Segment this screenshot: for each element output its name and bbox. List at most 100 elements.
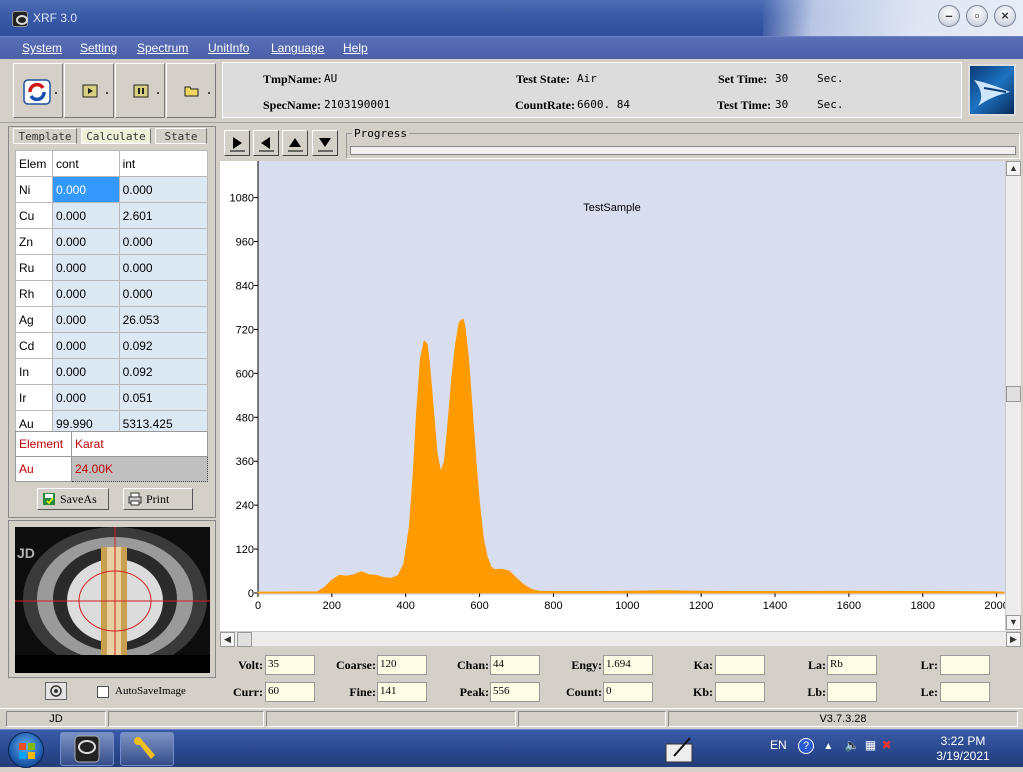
- cell-cont[interactable]: 0.000: [52, 306, 120, 333]
- close-button[interactable]: ×: [994, 5, 1016, 27]
- karat-header-karat: Karat: [71, 431, 208, 457]
- cell-elem: Rh: [15, 280, 53, 307]
- table-row[interactable]: Ni 0.000 0.000: [15, 176, 209, 203]
- refresh-button[interactable]: [13, 63, 63, 118]
- volume-icon[interactable]: 🔈: [845, 738, 860, 752]
- saveas-button[interactable]: SaveAs: [37, 488, 109, 510]
- kb-field[interactable]: [715, 682, 765, 702]
- taskbar: EN ? ▲ 🔈 ▦ ✖ 3:22 PM 3/19/2021: [0, 729, 1023, 768]
- cell-int[interactable]: 0.000: [118, 228, 209, 255]
- menu-help[interactable]: Help: [343, 41, 368, 55]
- lr-field[interactable]: [940, 655, 990, 675]
- network-icon[interactable]: ▦: [865, 738, 876, 752]
- cell-int[interactable]: 2.601: [118, 202, 209, 229]
- tab-calculate[interactable]: Calculate: [81, 128, 151, 144]
- horizontal-scrollbar[interactable]: ◀ ▶: [220, 631, 1021, 647]
- taskbar-app-xrf[interactable]: [60, 732, 114, 766]
- cell-int[interactable]: 0.051: [118, 384, 209, 411]
- cell-int[interactable]: 26.053: [118, 306, 209, 333]
- scroll-down-arrow[interactable]: ▼: [1006, 615, 1021, 630]
- pen-tablet-icon[interactable]: [664, 734, 696, 764]
- specname-label: SpecName:: [263, 98, 321, 112]
- table-row[interactable]: Cd 0.000 0.092: [15, 332, 209, 359]
- table-row[interactable]: Rh 0.000 0.000: [15, 280, 209, 307]
- scroll-thumb[interactable]: [1006, 386, 1021, 402]
- cell-int[interactable]: 0.092: [118, 332, 209, 359]
- cell-elem: Ir: [15, 384, 53, 411]
- volt-field[interactable]: 35: [265, 655, 315, 675]
- cell-elem: Ag: [15, 306, 53, 333]
- cell-cont[interactable]: 0.000: [52, 202, 120, 229]
- cell-cont[interactable]: 0.000: [52, 176, 120, 203]
- menu-unitinfo[interactable]: UnitInfo: [208, 41, 249, 55]
- open-file-button[interactable]: [166, 63, 216, 118]
- cell-cont[interactable]: 0.000: [52, 228, 120, 255]
- tray-chevron-icon[interactable]: ▲: [823, 741, 833, 752]
- taskbar-app-tool[interactable]: [120, 732, 174, 766]
- cell-cont[interactable]: 0.000: [52, 332, 120, 359]
- table-row[interactable]: Ir 0.000 0.051: [15, 384, 209, 411]
- nav-left-button[interactable]: [253, 130, 279, 156]
- autosave-checkbox[interactable]: [97, 686, 109, 698]
- hscroll-thumb[interactable]: [237, 632, 252, 647]
- table-row[interactable]: Zn 0.000 0.000: [15, 228, 209, 255]
- flag-icon[interactable]: ✖: [882, 738, 892, 752]
- parameter-panel: Volt: 35 Curr: 60 Coarse: 120 Fine: 141 …: [220, 648, 1023, 706]
- curr-field[interactable]: 60: [265, 682, 315, 702]
- table-row[interactable]: In 0.000 0.092: [15, 358, 209, 385]
- kb-label: Kb:: [692, 685, 713, 699]
- scroll-right-arrow[interactable]: ▶: [1006, 632, 1021, 647]
- help-icon[interactable]: ?: [798, 738, 815, 754]
- print-button[interactable]: Print: [123, 488, 193, 510]
- spectrum-chart[interactable]: 0 120 240 360 480 600 720 840 960 1080 0 200 400 600…: [220, 161, 1009, 631]
- cell-int[interactable]: 0.000: [118, 280, 209, 307]
- scroll-up-arrow[interactable]: ▲: [1006, 161, 1021, 176]
- peak-field[interactable]: 556: [490, 682, 540, 702]
- snapshot-button[interactable]: [45, 682, 67, 700]
- fine-field[interactable]: 141: [377, 682, 427, 702]
- le-field[interactable]: [940, 682, 990, 702]
- cell-cont[interactable]: 0.000: [52, 280, 120, 307]
- ka-field[interactable]: [715, 655, 765, 675]
- start-test-button[interactable]: [64, 63, 114, 118]
- cell-int[interactable]: 0.092: [118, 358, 209, 385]
- chan-field[interactable]: 44: [490, 655, 540, 675]
- tab-template[interactable]: Template: [13, 128, 77, 144]
- menu-system[interactable]: System: [22, 41, 62, 55]
- table-row[interactable]: Cu 0.000 2.601: [15, 202, 209, 229]
- scroll-left-arrow[interactable]: ◀: [220, 632, 235, 647]
- title-bar[interactable]: XRF 3.0 – ▫ ×: [0, 0, 1023, 36]
- x-tick-label: 2000: [984, 600, 1006, 612]
- menu-language[interactable]: Language: [271, 41, 324, 55]
- tab-state[interactable]: State: [155, 128, 207, 144]
- nav-down-button[interactable]: [312, 130, 338, 156]
- cell-int[interactable]: 0.000: [118, 254, 209, 281]
- table-row[interactable]: Ag 0.000 26.053: [15, 306, 209, 333]
- cell-cont[interactable]: 0.000: [52, 358, 120, 385]
- vertical-scrollbar[interactable]: ▲ ▼: [1005, 161, 1021, 631]
- nav-right-button[interactable]: [224, 130, 250, 156]
- clock-date: 3/19/2021: [936, 749, 990, 763]
- count-field[interactable]: 0: [603, 682, 653, 702]
- lb-field[interactable]: [827, 682, 877, 702]
- clock[interactable]: 3:22 PM 3/19/2021: [930, 734, 996, 764]
- cell-int[interactable]: 0.000: [118, 176, 209, 203]
- table-row[interactable]: Ru 0.000 0.000: [15, 254, 209, 281]
- engy-field[interactable]: 1.694: [603, 655, 653, 675]
- minimize-button[interactable]: –: [938, 5, 960, 27]
- status-pane-2: [108, 711, 264, 727]
- cell-cont[interactable]: 0.000: [52, 254, 120, 281]
- cell-cont[interactable]: 0.000: [52, 384, 120, 411]
- la-field[interactable]: Rb: [827, 655, 877, 675]
- maximize-button[interactable]: ▫: [966, 5, 988, 27]
- status-pane-4: [518, 711, 666, 727]
- element-table: Elem cont int Ni 0.000 0.000 Cu 0.000 2.601 …: [15, 150, 209, 437]
- menu-spectrum[interactable]: Spectrum: [137, 41, 188, 55]
- menu-setting[interactable]: Setting: [80, 41, 117, 55]
- start-button[interactable]: [8, 732, 44, 768]
- coarse-field[interactable]: 120: [377, 655, 427, 675]
- language-indicator[interactable]: EN: [770, 738, 787, 752]
- nav-up-button[interactable]: [282, 130, 308, 156]
- stop-test-button[interactable]: [115, 63, 165, 118]
- tmpname-label: TmpName:: [263, 72, 322, 86]
